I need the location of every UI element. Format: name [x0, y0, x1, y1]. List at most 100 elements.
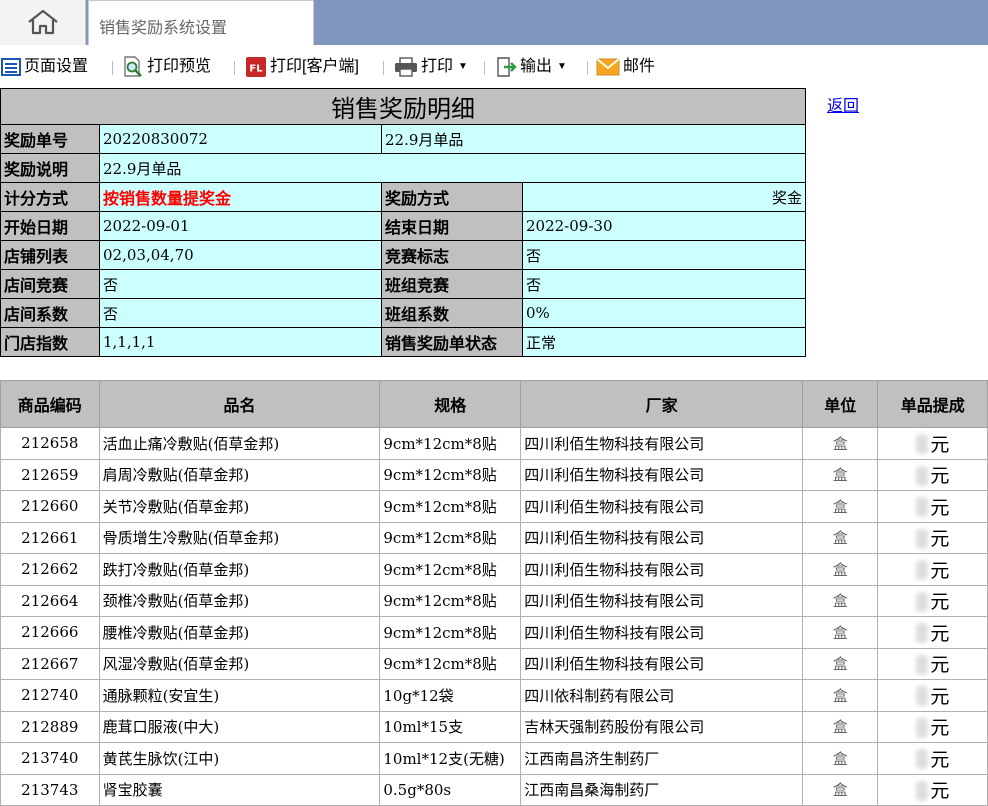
- redacted-value: [916, 591, 929, 612]
- cell-code: 212661: [0, 521, 100, 554]
- back-link[interactable]: 返回: [827, 92, 859, 116]
- page-setup-label: 页面设置: [24, 58, 89, 75]
- cell-name: 鹿茸口服液(中大): [98, 710, 381, 743]
- value-team-competition: 否: [522, 269, 806, 299]
- cell-unit: 盒: [802, 490, 879, 523]
- table-row: 212659 肩周冷敷贴(佰草金邦) 9cm*12cm*8贴 四川利佰生物科技有限公司…: [0, 458, 988, 491]
- cell-spec: 0.5g*80s: [379, 773, 522, 806]
- value-end-date: 2022-09-30: [522, 211, 806, 241]
- export-button[interactable]: 输出 ▼: [495, 55, 567, 79]
- product-items-table: 商品编码 品名 规格 厂家 单位 单品提成 212658 活血止痛冷敷贴(佰草金邦…: [0, 380, 988, 806]
- table-row: 212740 通脉颗粒(安宜生) 10g*12袋 四川依科制药有限公司盒 元: [0, 679, 988, 712]
- fineprint-icon: FL: [246, 57, 266, 77]
- cell-maker: 四川利佰生物科技有限公司: [520, 490, 804, 523]
- value-store-coef: 否: [99, 298, 382, 328]
- print-preview-button[interactable]: 打印预览: [122, 55, 211, 79]
- redacted-value: [916, 528, 929, 549]
- value-store-index: 1,1,1,1: [99, 327, 382, 357]
- export-label: 输出: [520, 58, 553, 75]
- cell-code: 212666: [0, 616, 100, 649]
- table-row: 212661 骨质增生冷敷贴(佰草金邦) 9cm*12cm*8贴 四川利佰生物科技有限…: [0, 521, 988, 554]
- toolbar-divider: [383, 61, 384, 75]
- cell-name: 肾宝胶囊: [98, 773, 381, 806]
- value-reward-method: 奖金: [522, 182, 806, 212]
- cell-unit: 盒: [802, 458, 879, 491]
- value-reward-no: 20220830072: [99, 124, 382, 154]
- reward-detail-table: 销售奖励明细 奖励单号 20220830072 22.9月单品 奖励说明 22.…: [0, 88, 806, 357]
- print-client-label: 打印[客户端]: [270, 58, 359, 75]
- label-store-coef: 店间系数: [0, 298, 100, 328]
- commission-unit: 元: [930, 496, 950, 519]
- tab-label: 销售奖励系统设置: [99, 20, 228, 37]
- cell-commission: 元: [877, 742, 988, 775]
- cell-name: 腰椎冷敷贴(佰草金邦): [98, 616, 381, 649]
- cell-code: 212889: [0, 710, 100, 743]
- cell-commission: 元: [877, 553, 988, 586]
- cell-name: 肩周冷敷贴(佰草金邦): [98, 458, 381, 491]
- table-row: 212662 跌打冷敷贴(佰草金邦) 9cm*12cm*8贴 四川利佰生物科技有限公司…: [0, 553, 988, 586]
- table-row: 212889 鹿茸口服液(中大) 10ml*15支 吉林天强制药股份有限公司盒 元: [0, 710, 988, 743]
- print-button[interactable]: 打印 ▼: [394, 55, 468, 79]
- mail-button[interactable]: 邮件: [596, 55, 655, 79]
- cell-spec: 9cm*12cm*8贴: [379, 458, 522, 491]
- cell-code: 212659: [0, 458, 100, 491]
- cell-unit: 盒: [802, 427, 879, 460]
- value-store-list: 02,03,04,70: [99, 240, 382, 270]
- cell-code: 212664: [0, 584, 100, 617]
- cell-spec: 9cm*12cm*8贴: [379, 521, 522, 554]
- commission-unit: 元: [930, 528, 950, 551]
- cell-code: 212667: [0, 647, 100, 680]
- tab-home[interactable]: [0, 0, 86, 45]
- cell-code: 213740: [0, 742, 100, 775]
- cell-commission: 元: [877, 427, 988, 460]
- cell-spec: 10ml*15支: [379, 710, 522, 743]
- label-calc-method: 计分方式: [0, 182, 100, 212]
- commission-unit: 元: [930, 717, 950, 740]
- cell-code: 212662: [0, 553, 100, 586]
- commission-unit: 元: [930, 433, 950, 456]
- cell-spec: 9cm*12cm*8贴: [379, 490, 522, 523]
- table-row: 212660 关节冷敷贴(佰草金邦) 9cm*12cm*8贴 四川利佰生物科技有限公司…: [0, 490, 988, 523]
- label-competition-flag: 竞赛标志: [381, 240, 523, 270]
- redacted-value: [916, 780, 929, 801]
- cell-code: 212658: [0, 427, 100, 460]
- cell-maker: 四川利佰生物科技有限公司: [520, 458, 804, 491]
- export-icon: [497, 57, 517, 77]
- cell-spec: 10ml*12支(无糖): [379, 742, 522, 775]
- page-setup-button[interactable]: 页面设置: [1, 55, 88, 79]
- tab-sales-reward-settings[interactable]: 销售奖励系统设置: [88, 0, 314, 45]
- cell-spec: 9cm*12cm*8贴: [379, 647, 522, 680]
- toolbar-divider: [587, 61, 588, 75]
- cell-maker: 四川利佰生物科技有限公司: [520, 616, 804, 649]
- commission-unit: 元: [930, 465, 950, 488]
- cell-commission: 元: [877, 458, 988, 491]
- label-store-index: 门店指数: [0, 327, 100, 357]
- cell-maker: 四川利佰生物科技有限公司: [520, 647, 804, 680]
- redacted-value: [916, 497, 929, 517]
- cell-unit: 盒: [802, 710, 879, 743]
- value-status: 正常: [522, 327, 806, 357]
- table-row: 212658 活血止痛冷敷贴(佰草金邦) 9cm*12cm*8贴 四川利佰生物科技有限…: [0, 427, 988, 460]
- cell-commission: 元: [877, 521, 988, 554]
- column-header-commission: 单品提成: [877, 380, 988, 428]
- mail-label: 邮件: [623, 58, 656, 75]
- value-start-date: 2022-09-01: [99, 211, 382, 241]
- page-setup-icon: [1, 58, 21, 76]
- print-client-button[interactable]: FL 打印[客户端]: [245, 55, 359, 79]
- label-reward-desc: 奖励说明: [0, 153, 100, 183]
- label-reward-method: 奖励方式: [381, 182, 523, 212]
- redacted-value: [916, 434, 929, 454]
- table-row: 213743 肾宝胶囊 0.5g*80s 江西南昌桑海制药厂盒元: [0, 773, 988, 806]
- tab-bar: 销售奖励系统设置: [0, 0, 988, 45]
- cell-commission: 元: [877, 710, 988, 743]
- toolbar-divider: [484, 61, 485, 75]
- commission-unit: 元: [930, 559, 950, 582]
- label-status: 销售奖励单状态: [381, 327, 523, 357]
- cell-spec: 9cm*12cm*8贴: [379, 427, 522, 460]
- cell-unit: 盒: [802, 773, 879, 806]
- commission-unit: 元: [930, 685, 950, 708]
- cell-name: 通脉颗粒(安宜生): [98, 679, 381, 712]
- cell-commission: 元: [877, 584, 988, 617]
- cell-name: 活血止痛冷敷贴(佰草金邦): [98, 427, 381, 460]
- cell-name: 黄芪生脉饮(江中): [98, 742, 381, 775]
